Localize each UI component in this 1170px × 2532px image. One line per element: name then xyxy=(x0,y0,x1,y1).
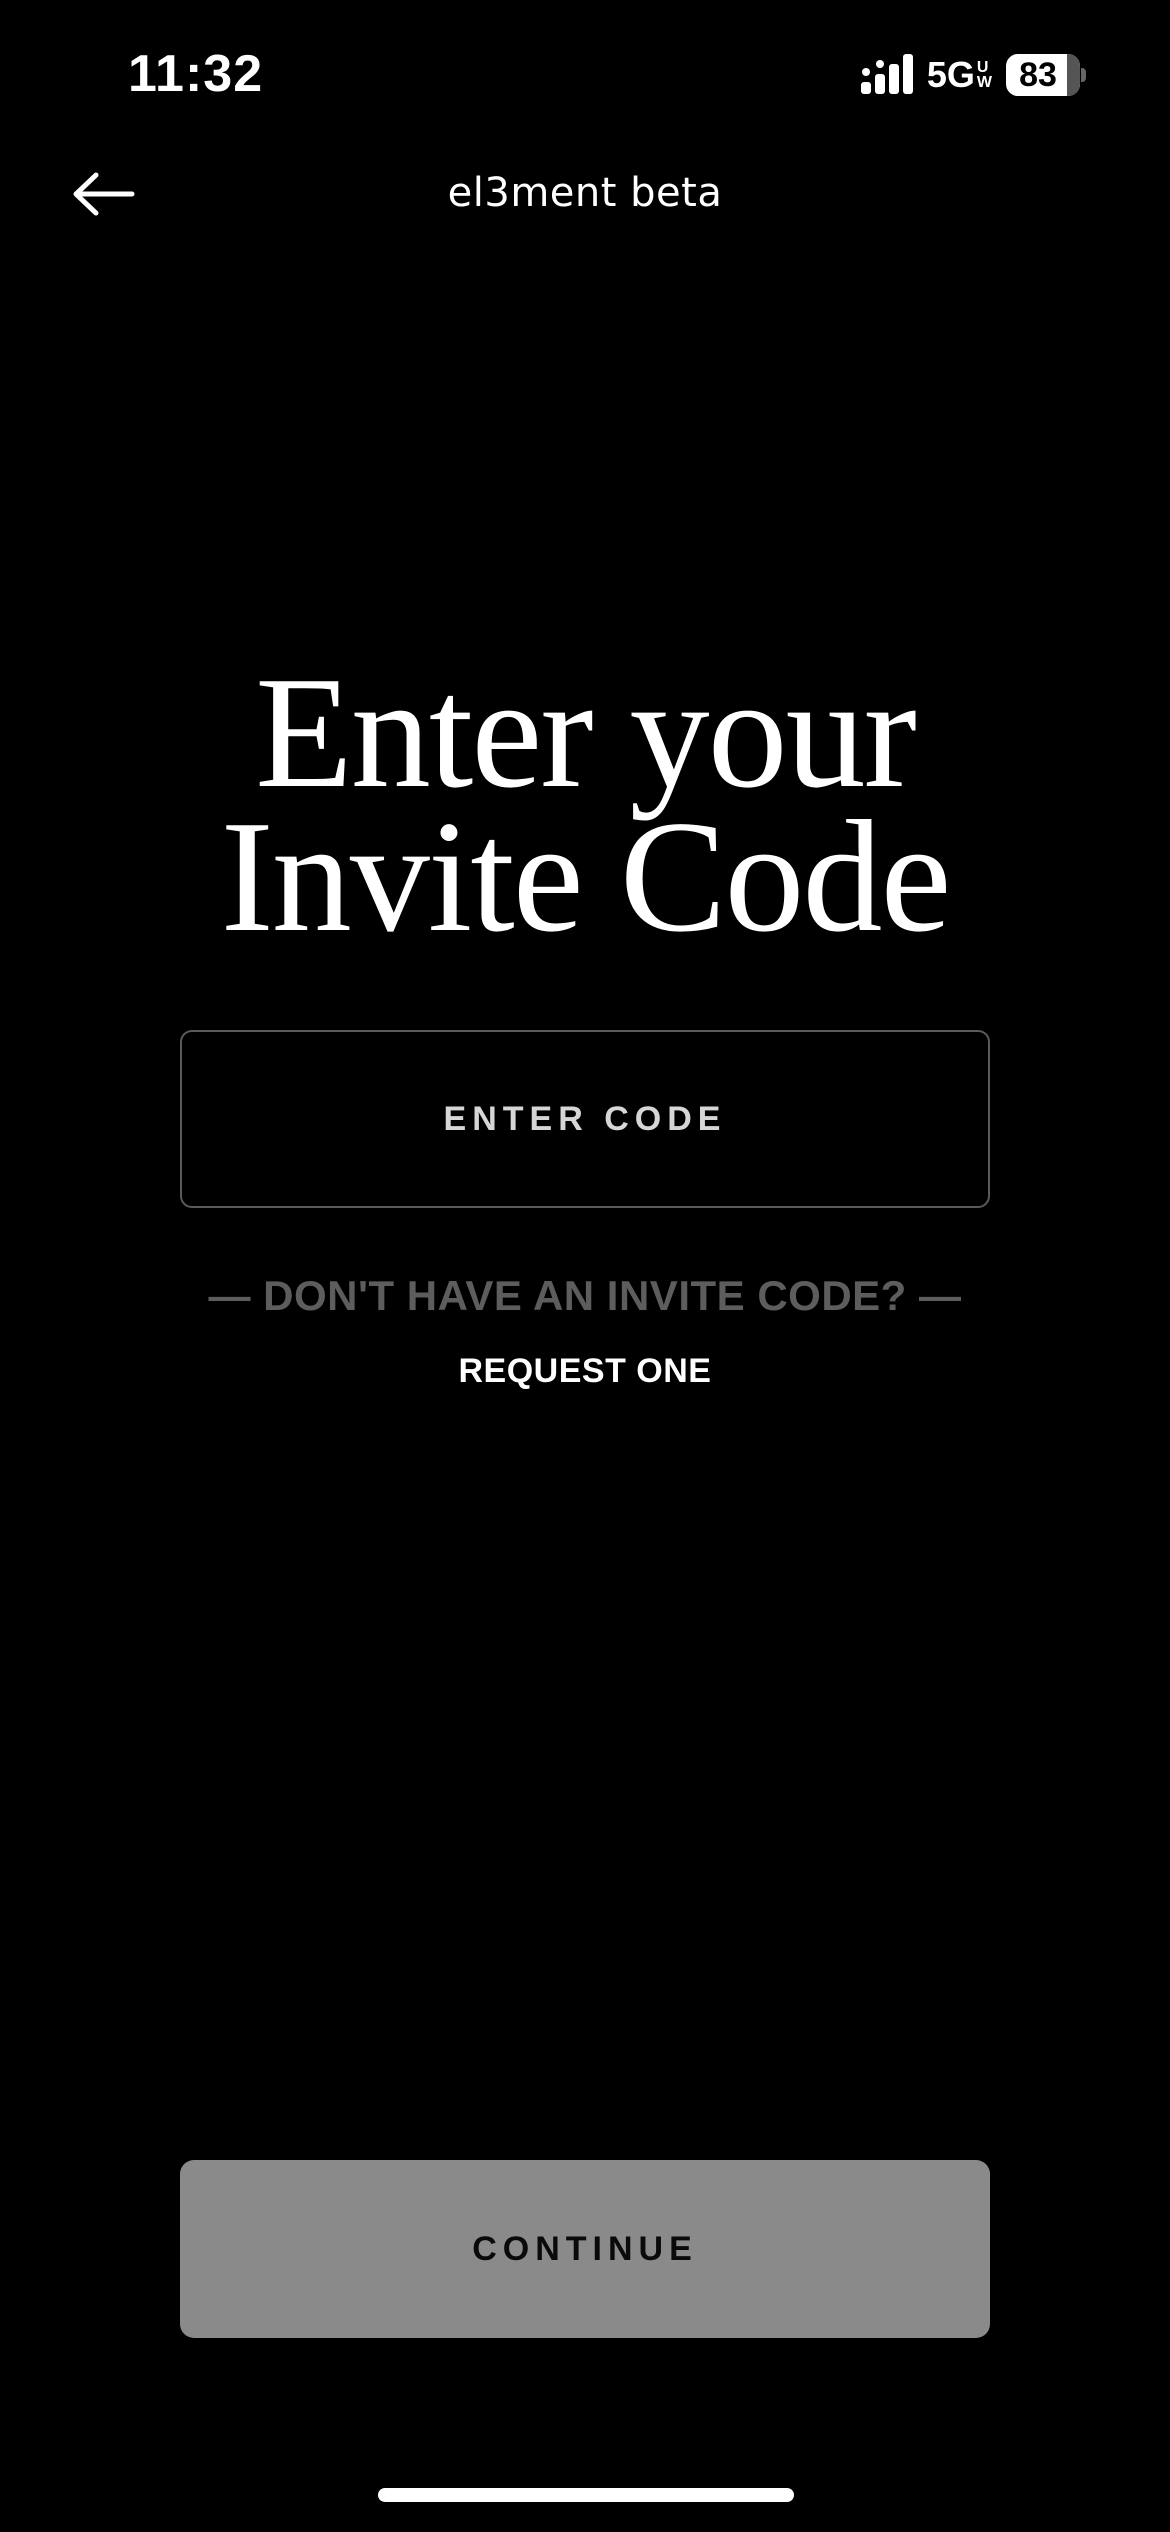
battery-icon: 83 xyxy=(1006,54,1086,96)
invite-code-screen: 11:32 5G U W 83 el3ment beta Enter your … xyxy=(0,0,1170,2532)
heading-line-1: Enter your xyxy=(255,643,917,821)
heading-line-2: Invite Code xyxy=(220,787,952,965)
status-time: 11:32 xyxy=(128,45,264,103)
network-type: 5G U W xyxy=(926,54,992,95)
invite-heading: Enter your Invite Code xyxy=(0,643,1170,965)
battery-level: 83 xyxy=(1019,56,1057,94)
continue-button[interactable]: CONTINUE xyxy=(180,2160,990,2338)
home-indicator[interactable] xyxy=(378,2488,794,2502)
no-invite-prompt: — DON'T HAVE AN INVITE CODE? — xyxy=(208,1272,962,1319)
status-indicators: 5G U W 83 xyxy=(859,54,1086,96)
page-title: el3ment beta xyxy=(447,170,723,216)
request-invite-link[interactable]: REQUEST ONE xyxy=(0,1352,1170,1391)
cellular-signal-icon xyxy=(860,54,913,94)
invite-code-input[interactable] xyxy=(180,1030,990,1208)
